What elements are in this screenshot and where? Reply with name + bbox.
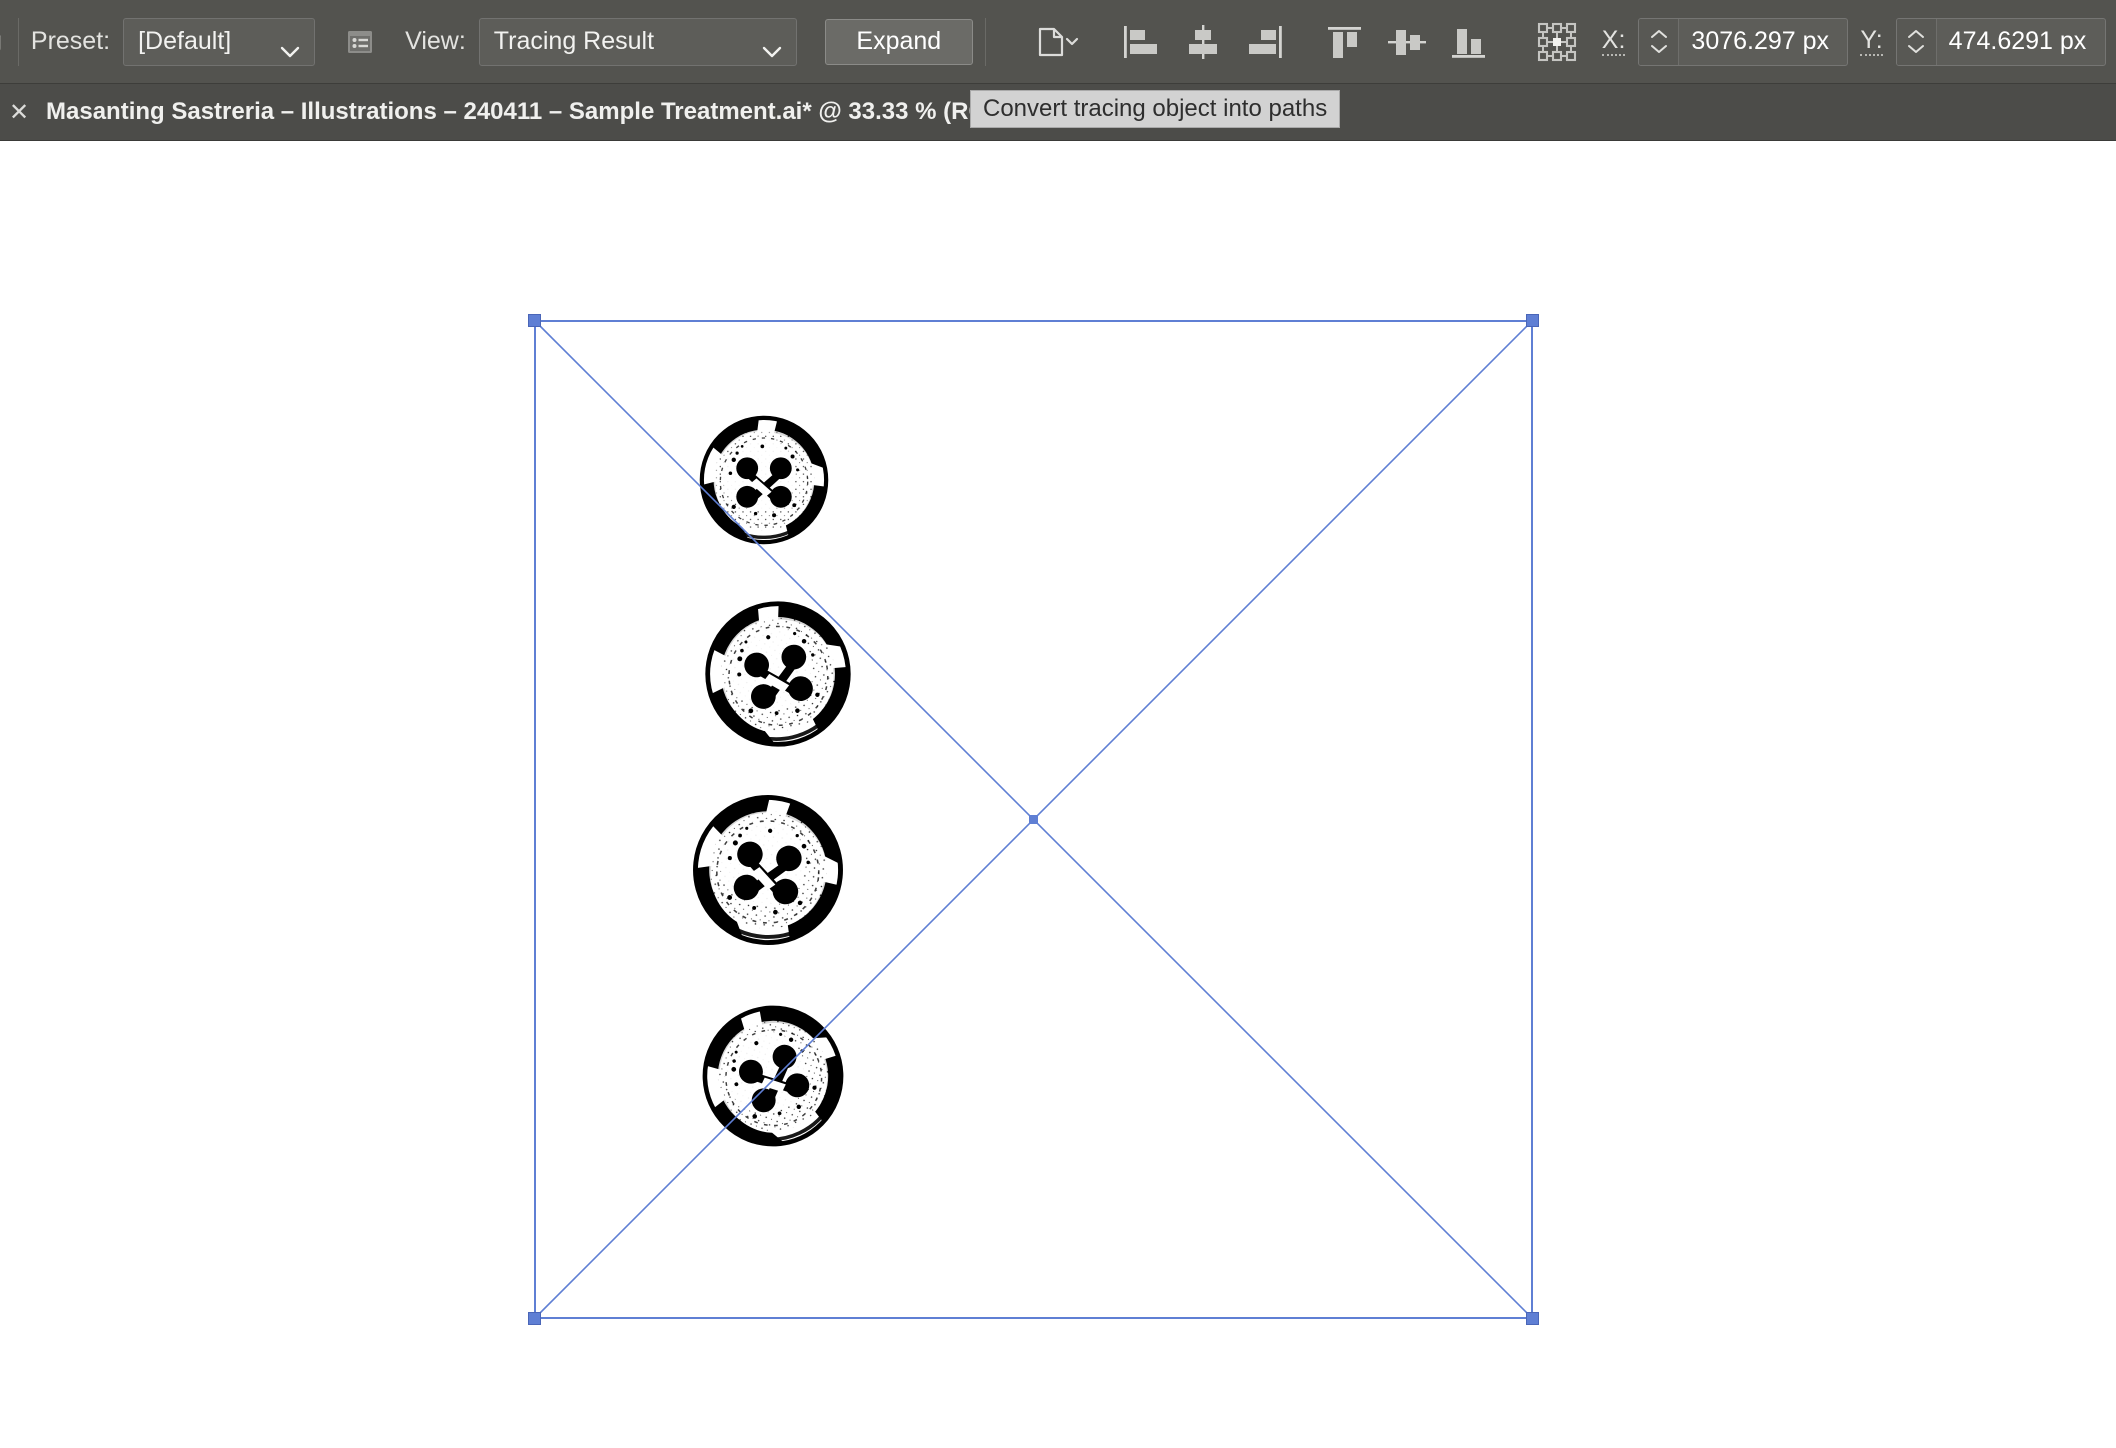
image-trace-control-bar: g Preset: [Default] View: bbox=[0, 0, 2116, 84]
y-position-value[interactable]: 474.6291 px bbox=[1937, 19, 2105, 65]
preset-value: [Default] bbox=[138, 27, 232, 55]
selection-handle-bottom-right[interactable] bbox=[1526, 1312, 1539, 1325]
toolbar-divider bbox=[984, 17, 986, 66]
preset-dropdown[interactable]: [Default] bbox=[123, 17, 316, 66]
align-left-icon[interactable] bbox=[1110, 19, 1172, 65]
artboard-canvas[interactable] bbox=[0, 141, 2116, 1448]
align-bottom-icon[interactable] bbox=[1438, 19, 1500, 65]
preset-label: Preset: bbox=[30, 27, 111, 55]
selection-handle-top-left[interactable] bbox=[528, 314, 541, 327]
y-position-field[interactable]: 474.6291 px bbox=[1895, 17, 2106, 66]
view-dropdown[interactable]: Tracing Result bbox=[478, 17, 797, 66]
select-similar-objects-icon[interactable] bbox=[1026, 19, 1088, 65]
selection-handle-top-right[interactable] bbox=[1526, 314, 1539, 327]
selection-center-anchor[interactable] bbox=[1029, 815, 1038, 824]
y-label: Y: bbox=[1860, 26, 1883, 56]
chevron-down-icon bbox=[762, 36, 782, 57]
document-tab-title[interactable]: Masanting Sastreria – Illustrations – 24… bbox=[46, 98, 1063, 126]
clipped-tracing-label: g bbox=[0, 27, 6, 56]
x-position-field[interactable]: 3076.297 px bbox=[1638, 17, 1849, 66]
align-top-icon[interactable] bbox=[1314, 19, 1376, 65]
view-value: Tracing Result bbox=[493, 27, 655, 55]
x-stepper[interactable] bbox=[1639, 18, 1680, 65]
align-right-icon[interactable] bbox=[1234, 19, 1296, 65]
chevron-down-icon bbox=[280, 36, 300, 57]
align-center-horizontal-icon[interactable] bbox=[1172, 19, 1234, 65]
expand-button[interactable]: Expand bbox=[824, 18, 973, 65]
align-middle-vertical-icon[interactable] bbox=[1376, 19, 1438, 65]
image-trace-panel-icon[interactable] bbox=[337, 19, 383, 65]
illustrator-window: g Preset: [Default] View: bbox=[0, 0, 2116, 1448]
selection-handle-bottom-left[interactable] bbox=[528, 1312, 541, 1325]
close-tab-icon[interactable]: ✕ bbox=[8, 98, 30, 127]
tooltip: Convert tracing object into paths bbox=[970, 90, 1341, 128]
view-label: View: bbox=[405, 27, 466, 55]
x-position-value[interactable]: 3076.297 px bbox=[1679, 19, 1847, 65]
x-label: X: bbox=[1601, 26, 1626, 56]
toolbar-divider bbox=[17, 17, 19, 66]
tooltip-text: Convert tracing object into paths bbox=[983, 95, 1328, 122]
transform-reference-point-icon[interactable] bbox=[1526, 19, 1588, 65]
y-stepper[interactable] bbox=[1896, 18, 1937, 65]
selection-bounding-box[interactable] bbox=[528, 314, 1539, 1325]
expand-button-label: Expand bbox=[856, 27, 942, 55]
